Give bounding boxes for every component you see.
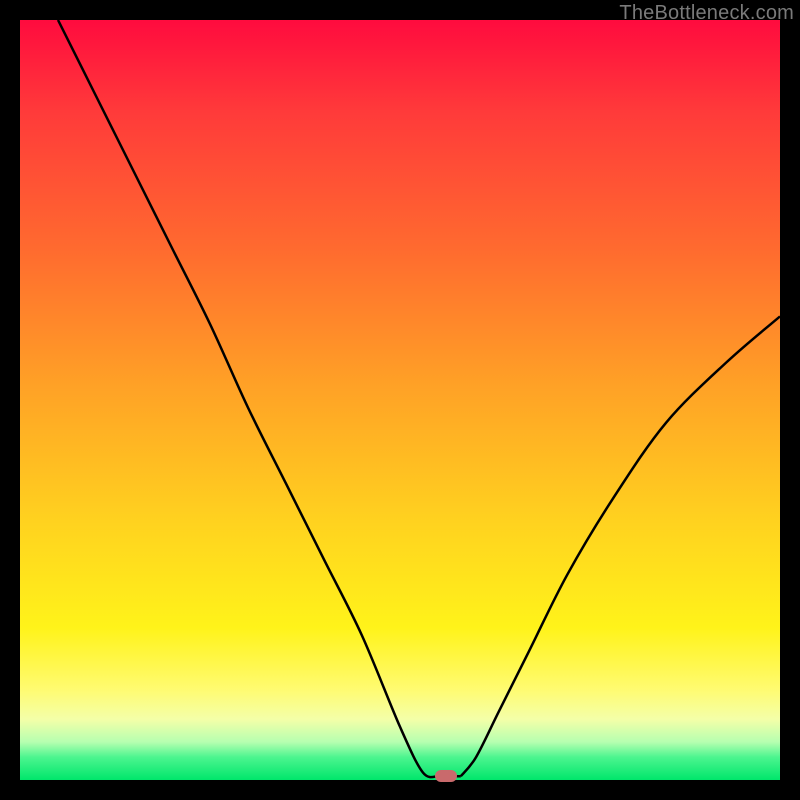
- right-branch-line: [461, 316, 780, 776]
- optimal-marker: [435, 770, 457, 782]
- left-branch-line: [58, 20, 438, 777]
- plot-area: [20, 20, 780, 780]
- bottleneck-curve: [20, 20, 780, 780]
- chart-frame: TheBottleneck.com: [0, 0, 800, 800]
